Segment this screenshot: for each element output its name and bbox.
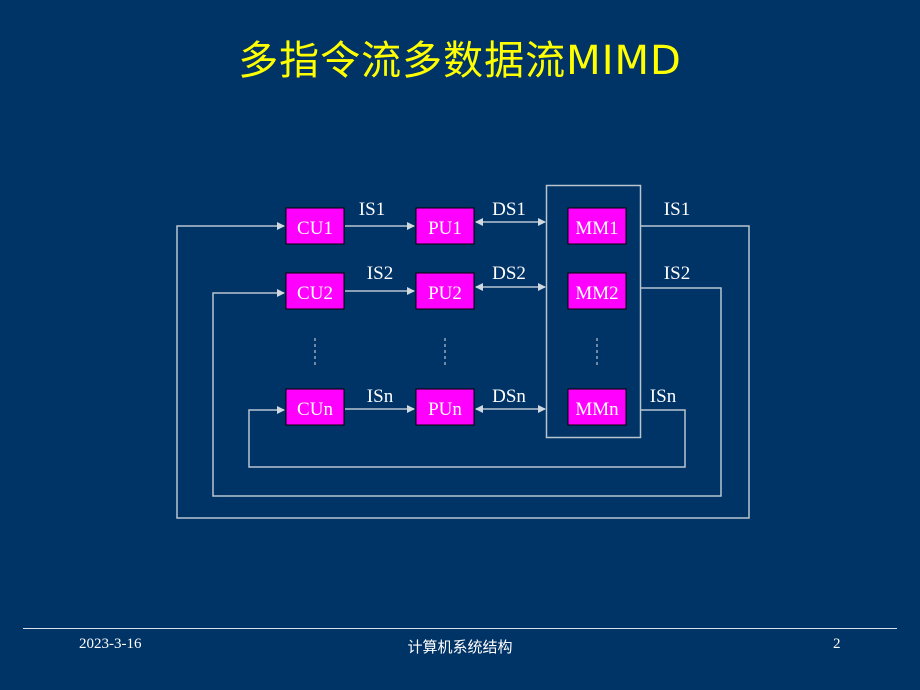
svg-text:MM2: MM2: [575, 283, 618, 304]
ds-label-2: DS2: [492, 263, 526, 284]
svg-text:MMn: MMn: [575, 399, 619, 420]
svg-text:CU2: CU2: [297, 283, 333, 304]
svg-text:PU1: PU1: [428, 218, 462, 239]
svg-text:PU2: PU2: [428, 283, 462, 304]
is-label-n: ISn: [367, 386, 394, 407]
svg-text:CU1: CU1: [297, 218, 333, 239]
footer-course-name: 计算机系统结构: [407, 640, 513, 656]
mimd-diagram: CU1 PU1 MM1 CU2 PU2 MM2 CUn PUn MMn IS1 …: [176, 184, 750, 519]
feedback-label-1: IS1: [664, 199, 690, 220]
svg-text:PUn: PUn: [428, 399, 462, 420]
footer-page-number: 2: [833, 636, 841, 652]
memory-module-1: MM1: [567, 207, 627, 245]
svg-text:MM1: MM1: [575, 218, 618, 239]
feedback-label-2: IS2: [664, 263, 690, 284]
control-unit-n: CUn: [285, 388, 345, 426]
svg-text:CUn: CUn: [297, 399, 333, 420]
ds-label-1: DS1: [492, 199, 526, 220]
processing-unit-n: PUn: [415, 388, 475, 426]
processing-unit-2: PU2: [415, 272, 475, 310]
ds-label-n: DSn: [492, 386, 526, 407]
control-unit-2: CU2: [285, 272, 345, 310]
memory-module-n: MMn: [567, 388, 627, 426]
is-label-1: IS1: [359, 199, 385, 220]
footer-divider: [23, 628, 897, 629]
memory-module-2: MM2: [567, 272, 627, 310]
processing-unit-1: PU1: [415, 207, 475, 245]
is-label-2: IS2: [367, 263, 393, 284]
control-unit-1: CU1: [285, 207, 345, 245]
feedback-label-n: ISn: [650, 386, 677, 407]
